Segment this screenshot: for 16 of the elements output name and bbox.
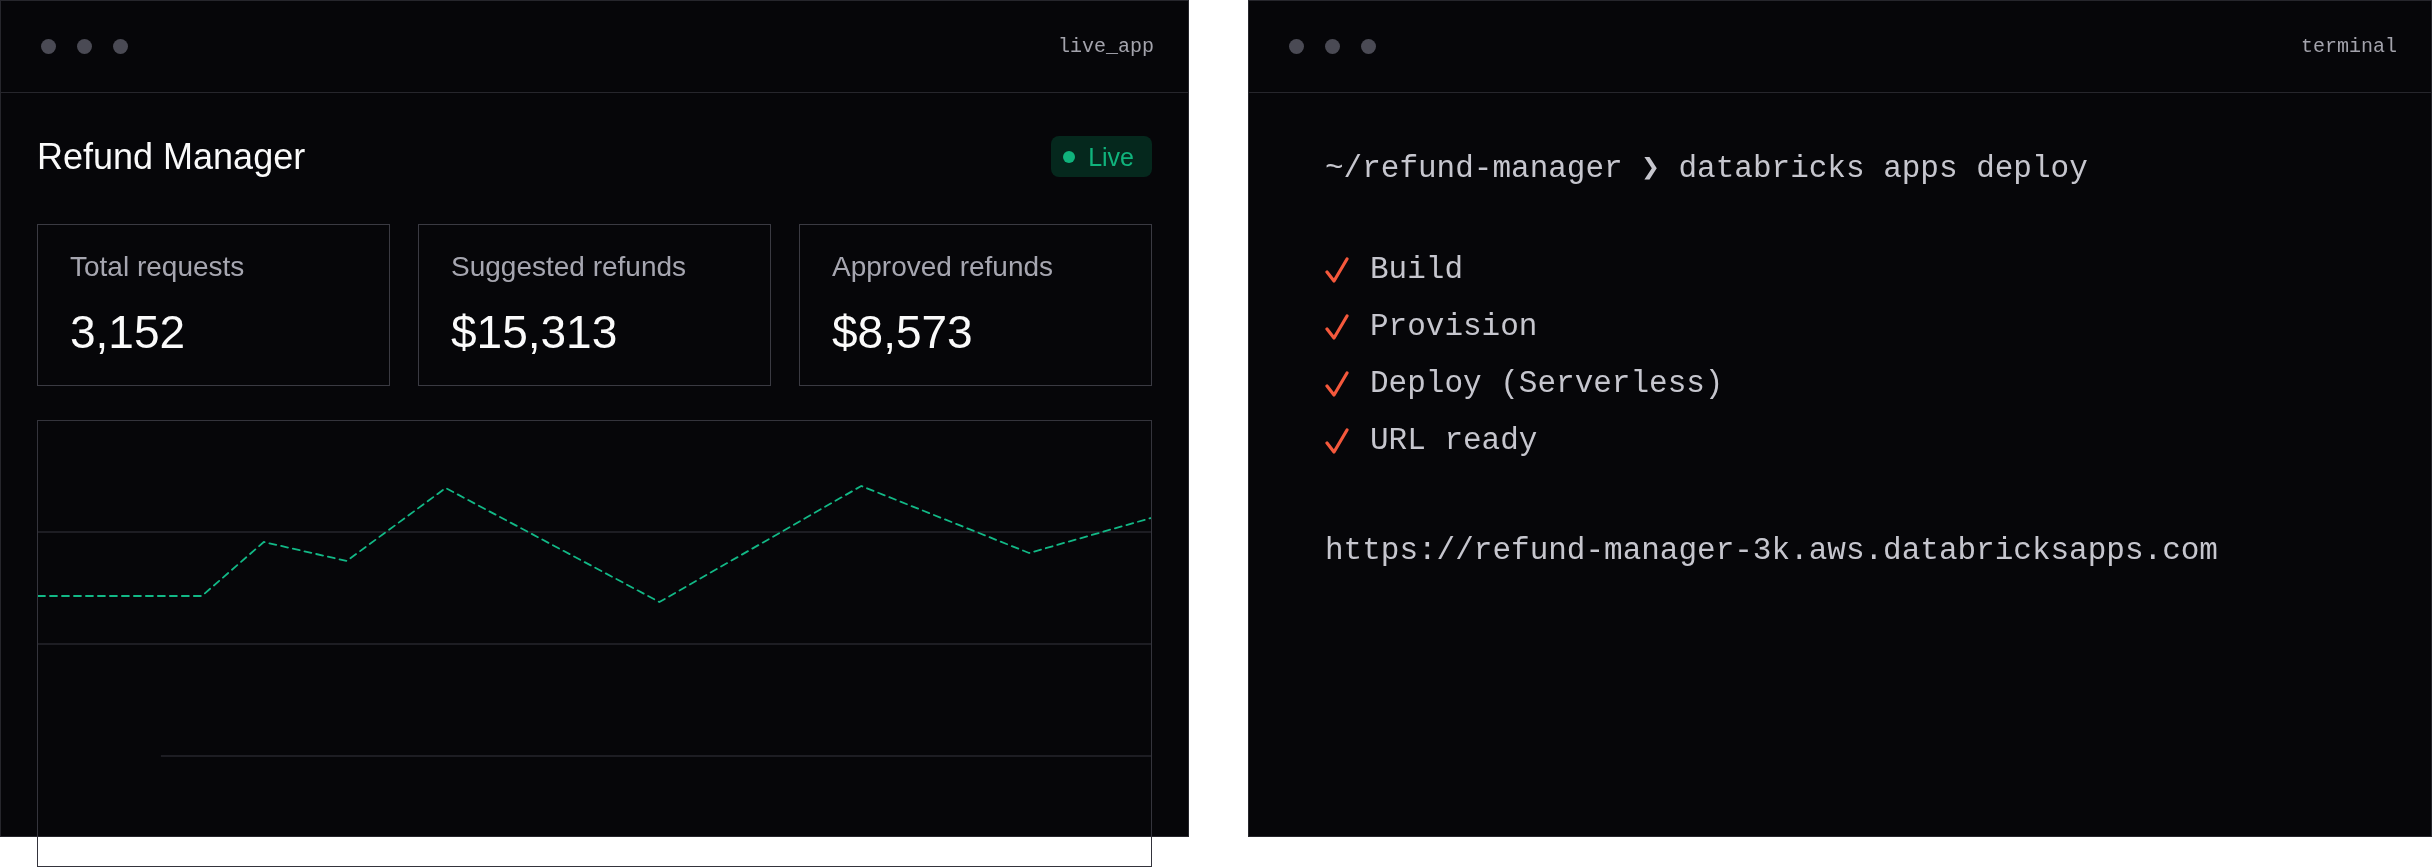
step-label: Deploy (Serverless) [1370,364,1724,403]
step-label: Build [1370,250,1463,289]
step-label: Provision [1370,307,1538,346]
window-title: live_app [1058,34,1154,59]
stat-label: Total requests [70,250,246,284]
stat-label: Approved refunds [832,250,1055,284]
command-line: ~/refund-manager ❯ databricks apps deploy [1325,150,2088,188]
app-title: Refund Manager [37,135,306,178]
stat-value: $8,573 [832,305,974,360]
stat-value: 3,152 [70,305,187,360]
stat-value: $15,313 [451,305,619,360]
status-label: Live [1088,141,1134,172]
stat-label: Suggested refunds [451,250,688,284]
window-title: terminal [2301,34,2397,59]
deploy-url: https://refund-manager-3k.aws.databricksapps.com [1325,532,2218,570]
step-label: URL ready [1370,421,1538,460]
